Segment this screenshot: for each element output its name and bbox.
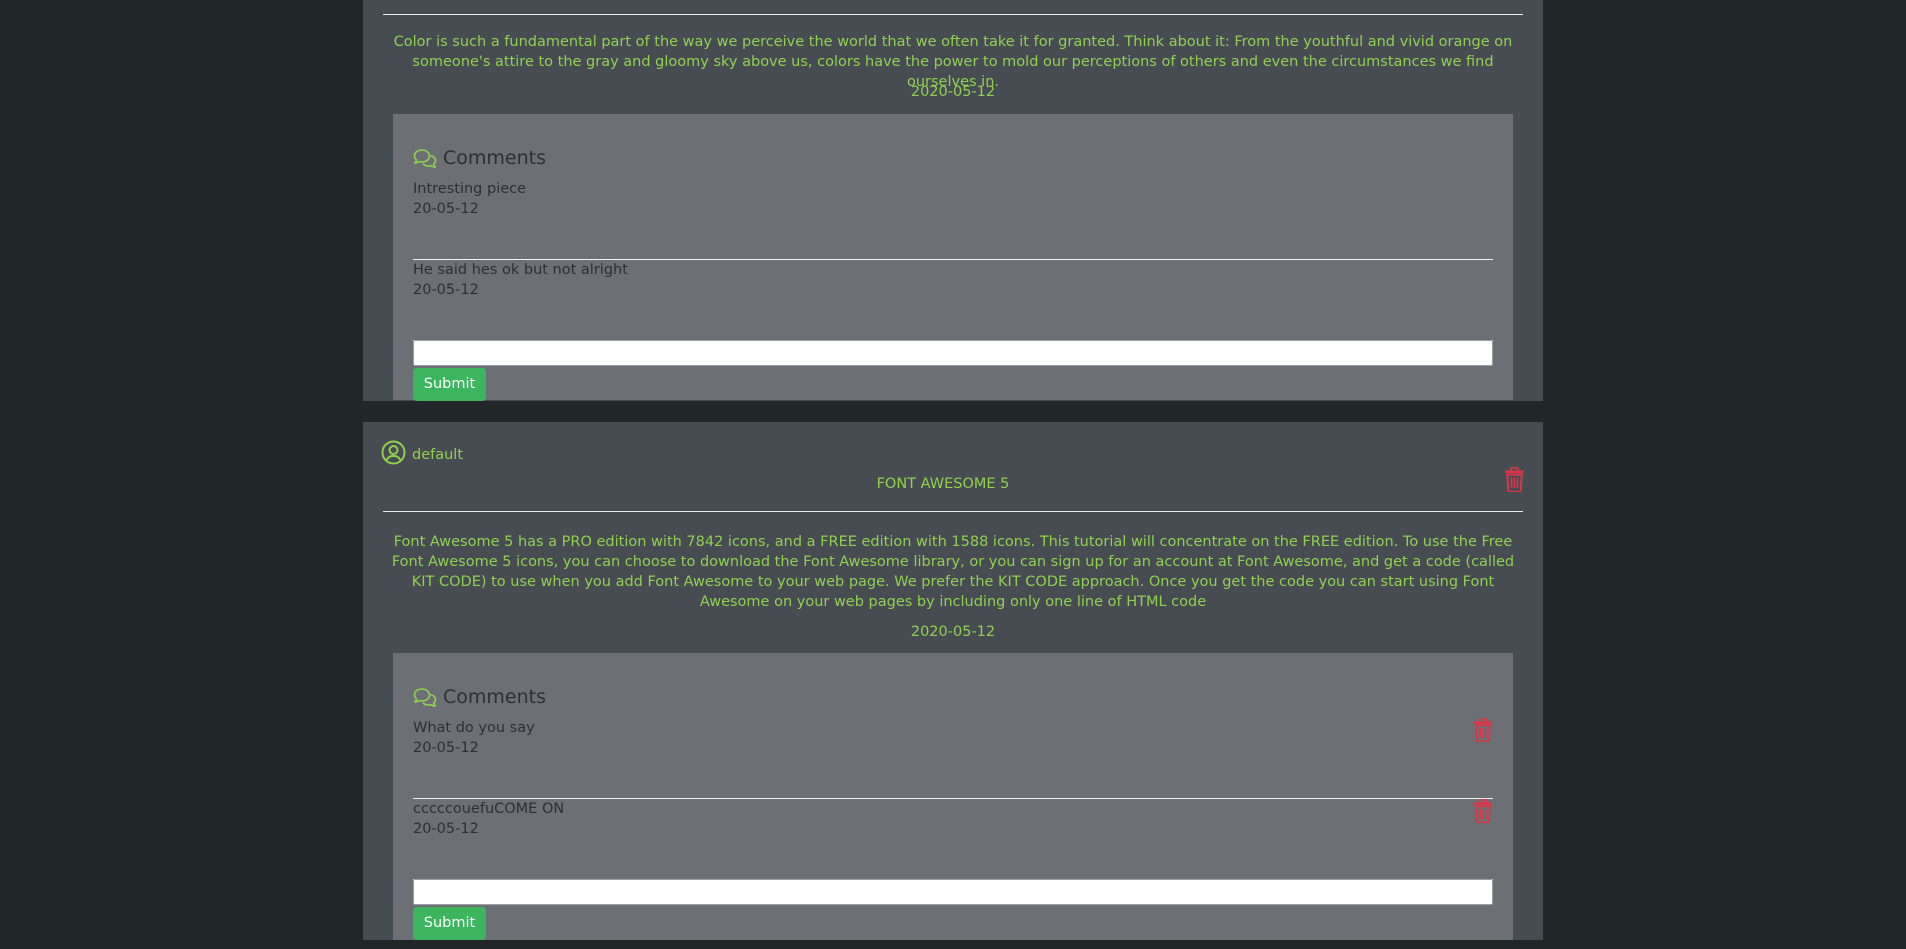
comments-header: Comments bbox=[413, 146, 546, 170]
post-date: 2020-05-12 bbox=[910, 84, 996, 100]
comments-title: Comments bbox=[443, 686, 546, 708]
comments-header: Comments bbox=[413, 685, 546, 709]
comment-item: Intresting piece 20-05-12 bbox=[413, 179, 1493, 260]
post-body: Font Awesome 5 has a PRO edition with 78… bbox=[391, 534, 1515, 610]
post-divider bbox=[383, 14, 1523, 15]
trash-icon[interactable] bbox=[1473, 718, 1493, 742]
user-circle-icon bbox=[381, 440, 406, 465]
comment-input[interactable] bbox=[413, 340, 1493, 366]
comment-text: cccccouefuCOME ON bbox=[413, 801, 565, 817]
comments-section: Comments What do you say 20-05-12 ccccco… bbox=[393, 653, 1513, 940]
comments-icon bbox=[413, 687, 437, 707]
trash-icon[interactable] bbox=[1504, 467, 1525, 492]
post-title: FONT AWESOME 5 bbox=[876, 476, 1010, 492]
comments-section: Comments Intresting piece 20-05-12 He sa… bbox=[393, 114, 1513, 401]
post-author[interactable]: default bbox=[381, 440, 463, 465]
comment-text: He said hes ok but not alright bbox=[413, 262, 628, 278]
comment-text: What do you say bbox=[413, 720, 535, 736]
post-divider bbox=[383, 511, 1523, 512]
submit-button[interactable]: Submit bbox=[413, 368, 486, 401]
comment-input[interactable] bbox=[413, 879, 1493, 905]
comment-date: 20-05-12 bbox=[413, 740, 479, 756]
post-date: 2020-05-12 bbox=[910, 624, 996, 640]
post-card: default FONT AWESOME 5 Font Awesome 5 ha… bbox=[363, 422, 1543, 940]
post-card: Color is such a fundamental part of the … bbox=[363, 0, 1543, 401]
comment-item: He said hes ok but not alright 20-05-12 bbox=[413, 260, 1493, 341]
comments-icon bbox=[413, 148, 437, 168]
comment-date: 20-05-12 bbox=[413, 201, 479, 217]
submit-button[interactable]: Submit bbox=[413, 907, 486, 940]
comment-item: cccccouefuCOME ON 20-05-12 bbox=[413, 799, 1493, 880]
author-name[interactable]: default bbox=[412, 445, 463, 465]
trash-icon[interactable] bbox=[1473, 799, 1493, 823]
comment-item: What do you say 20-05-12 bbox=[413, 718, 1493, 799]
comment-text: Intresting piece bbox=[413, 181, 527, 197]
comments-title: Comments bbox=[443, 147, 546, 169]
comment-date: 20-05-12 bbox=[413, 282, 479, 298]
comment-date: 20-05-12 bbox=[413, 821, 479, 837]
